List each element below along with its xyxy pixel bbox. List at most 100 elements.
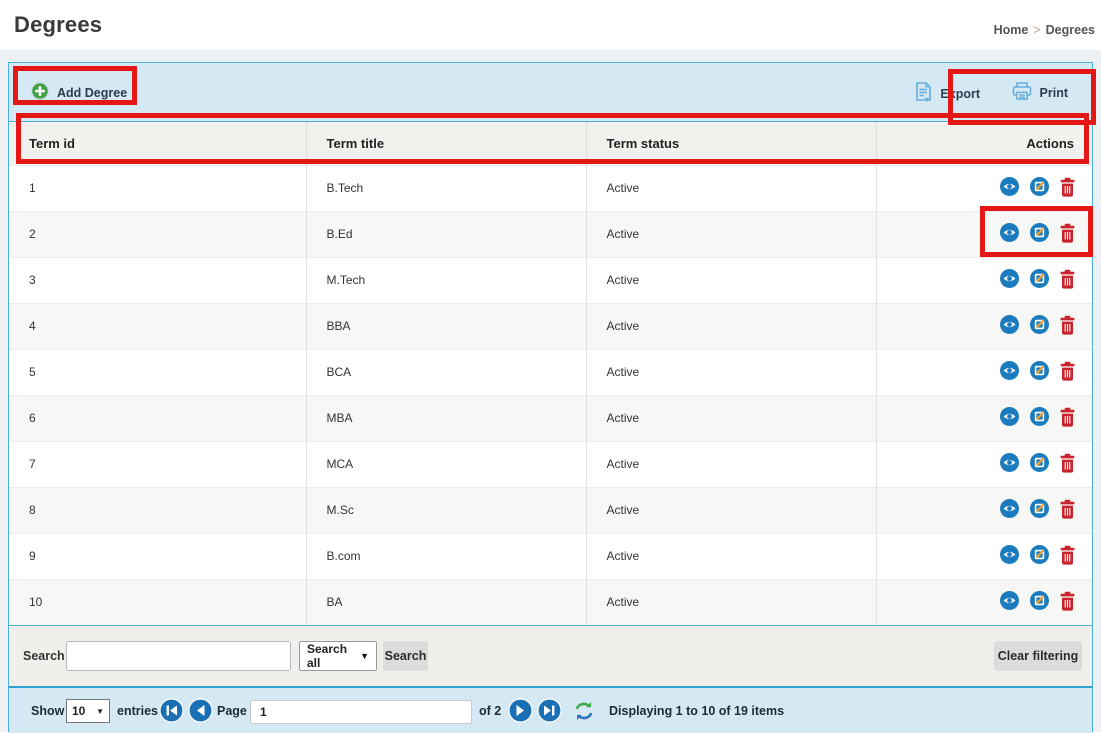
view-icon[interactable] [1000,453,1019,475]
view-icon[interactable] [1000,499,1019,521]
view-icon[interactable] [1000,223,1019,245]
view-icon[interactable] [1000,361,1019,383]
print-icon [1011,81,1033,104]
delete-icon[interactable] [1059,499,1076,522]
cell-term-title: B.com [306,533,586,579]
view-icon[interactable] [1000,407,1019,429]
cell-actions [876,395,1092,441]
breadcrumb-separator: > [1033,23,1040,37]
next-page-button[interactable] [508,698,533,723]
search-input[interactable] [66,641,291,671]
export-button[interactable]: Export [913,81,980,106]
cell-term-status: Active [586,165,876,211]
view-icon[interactable] [1000,177,1019,199]
view-icon[interactable] [1000,545,1019,567]
clear-filtering-button[interactable]: Clear filtering [994,641,1082,671]
entries-per-page-select[interactable]: 10 ▼ [66,699,110,723]
delete-icon[interactable] [1059,269,1076,292]
pagination-status: Displaying 1 to 10 of 19 items [609,704,784,718]
chevron-down-icon: ▼ [360,651,369,661]
edit-icon[interactable] [1030,361,1049,383]
table-row: 6 MBA Active [9,395,1092,441]
breadcrumb-home[interactable]: Home [994,23,1029,37]
cell-term-id: 9 [9,533,306,579]
cell-term-title: MBA [306,395,586,441]
delete-icon[interactable] [1059,361,1076,384]
edit-icon[interactable] [1030,269,1049,291]
cell-term-id: 7 [9,441,306,487]
column-header-term-id[interactable]: Term id [9,122,306,165]
first-page-button[interactable] [159,698,184,723]
delete-icon[interactable] [1059,545,1076,568]
last-page-button[interactable] [537,698,562,723]
delete-icon[interactable] [1059,591,1076,614]
edit-icon[interactable] [1030,407,1049,429]
cell-term-title: BA [306,579,586,625]
delete-icon[interactable] [1059,315,1076,338]
cell-term-status: Active [586,579,876,625]
edit-icon[interactable] [1030,223,1049,245]
view-icon[interactable] [1000,591,1019,613]
cell-term-status: Active [586,303,876,349]
cell-term-id: 5 [9,349,306,395]
degrees-table: Term id Term title Term status Actions 1… [9,122,1092,625]
view-icon[interactable] [1000,315,1019,337]
refresh-icon[interactable] [572,700,596,727]
previous-page-button[interactable] [188,698,213,723]
search-strip: Search: Search all ▼ Search Clear filter… [9,625,1092,686]
view-icon[interactable] [1000,269,1019,291]
cell-actions [876,211,1092,257]
add-degree-label: Add Degree [57,86,127,100]
cell-term-status: Active [586,349,876,395]
edit-icon[interactable] [1030,545,1049,567]
pagination-bar: Show 10 ▼ entries Page of 2 [9,686,1092,733]
cell-term-status: Active [586,487,876,533]
edit-icon[interactable] [1030,315,1049,337]
print-button[interactable]: Print [1011,81,1068,104]
edit-icon[interactable] [1030,453,1049,475]
cell-term-title: B.Tech [306,165,586,211]
cell-actions [876,257,1092,303]
page-title: Degrees [14,12,102,38]
cell-term-status: Active [586,395,876,441]
cell-term-id: 6 [9,395,306,441]
column-header-term-status[interactable]: Term status [586,122,876,165]
search-scope-select[interactable]: Search all ▼ [299,641,377,671]
edit-icon[interactable] [1030,499,1049,521]
delete-icon[interactable] [1059,453,1076,476]
cell-term-id: 8 [9,487,306,533]
search-scope-value: Search all [307,642,360,670]
degrees-panel: Add Degree Export [8,62,1093,732]
breadcrumb-current: Degrees [1046,23,1095,37]
table-row: 8 M.Sc Active [9,487,1092,533]
edit-icon[interactable] [1030,591,1049,613]
page-header: Degrees Home > Degrees [0,0,1101,50]
show-label: Show [31,704,64,718]
cell-actions [876,349,1092,395]
cell-term-id: 2 [9,211,306,257]
page-of-label: of 2 [479,704,501,718]
cell-term-title: BBA [306,303,586,349]
table-row: 3 M.Tech Active [9,257,1092,303]
delete-icon[interactable] [1059,223,1076,246]
entries-per-page-value: 10 [72,704,85,718]
cell-term-status: Active [586,211,876,257]
delete-icon[interactable] [1059,407,1076,430]
print-label: Print [1040,86,1068,100]
table-toolbar: Add Degree Export [9,63,1092,122]
cell-term-status: Active [586,441,876,487]
cell-term-id: 10 [9,579,306,625]
page-label: Page [217,704,247,718]
add-plus-icon [30,81,50,104]
column-header-term-title[interactable]: Term title [306,122,586,165]
table-row: 7 MCA Active [9,441,1092,487]
add-degree-button[interactable]: Add Degree [30,81,127,104]
edit-icon[interactable] [1030,177,1049,199]
search-button[interactable]: Search [383,641,428,671]
page-number-input[interactable] [250,700,472,724]
cell-term-id: 3 [9,257,306,303]
cell-term-id: 1 [9,165,306,211]
cell-actions [876,303,1092,349]
cell-term-id: 4 [9,303,306,349]
delete-icon[interactable] [1059,177,1076,200]
